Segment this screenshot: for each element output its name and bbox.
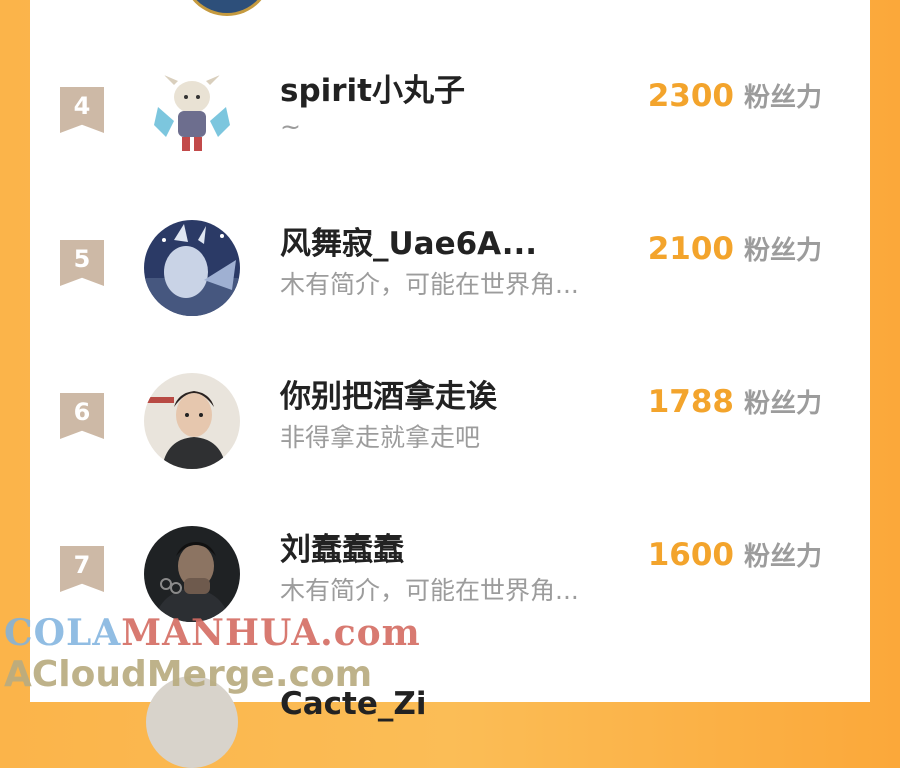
user-name[interactable]: 你别把酒拿走诶 xyxy=(280,371,497,416)
rank-badge: 5 xyxy=(60,240,104,286)
fans-unit-label: 粉丝力 xyxy=(743,236,822,266)
fans-unit-label: 粉丝力 xyxy=(743,542,822,572)
user-bio: 非得拿走就拿走吧 xyxy=(280,423,481,452)
fans-number: 2300 xyxy=(647,78,734,114)
leaderboard-row[interactable]: 4 spirit小丸子 ~ 2300 粉丝力 xyxy=(30,67,870,210)
user-name[interactable]: spirit小丸子 xyxy=(280,65,465,110)
fans-score: 1600 粉丝力 xyxy=(648,536,822,573)
fans-score: 2100 粉丝力 xyxy=(648,230,822,267)
avatar-character-image xyxy=(144,67,240,163)
rank-badge: 7 xyxy=(60,546,104,592)
leaderboard-panel: 4 spirit小丸子 ~ 2300 粉丝力 5 风舞寂_Uae6A... 木有… xyxy=(30,0,870,702)
leaderboard-row[interactable]: 5 风舞寂_Uae6A... 木有简介，可能在世界角... 2100 粉丝力 xyxy=(30,220,870,363)
avatar-dark-portrait-image xyxy=(144,526,240,622)
fans-number: 1788 xyxy=(647,384,734,420)
avatar-portrait-image xyxy=(144,373,240,469)
avatar-previous-partial[interactable] xyxy=(182,0,272,16)
user-bio: 木有简介，可能在世界角... xyxy=(280,576,579,605)
user-name[interactable]: 风舞寂_Uae6A... xyxy=(280,218,537,263)
watermark-part-b: MANHUA.com xyxy=(121,612,421,654)
watermark-colamanhua: COLAMANHUA.com xyxy=(4,612,421,654)
avatar[interactable] xyxy=(144,67,240,163)
fans-number: 2100 xyxy=(647,231,734,267)
fans-score: 1788 粉丝力 xyxy=(648,383,822,420)
watermark-acloudmerge: ACloudMerge.com xyxy=(4,654,373,695)
fans-number: 1600 xyxy=(647,537,734,573)
rank-badge: 6 xyxy=(60,393,104,439)
avatar[interactable] xyxy=(144,220,240,316)
avatar-snow-scene-image xyxy=(144,220,240,316)
user-bio: 木有简介，可能在世界角... xyxy=(280,270,579,299)
watermark-part-a: COLA xyxy=(4,612,122,654)
leaderboard-row[interactable]: 6 你别把酒拿走诶 非得拿走就拿走吧 1788 粉丝力 xyxy=(30,373,870,516)
fans-score: 2300 粉丝力 xyxy=(648,77,822,114)
fans-unit-label: 粉丝力 xyxy=(743,83,822,113)
rank-badge: 4 xyxy=(60,87,104,133)
user-name[interactable]: 刘蠢蠢蠢 xyxy=(280,524,404,569)
avatar[interactable] xyxy=(144,373,240,469)
fans-unit-label: 粉丝力 xyxy=(743,389,822,419)
avatar[interactable] xyxy=(144,526,240,622)
user-bio: ~ xyxy=(280,112,301,141)
